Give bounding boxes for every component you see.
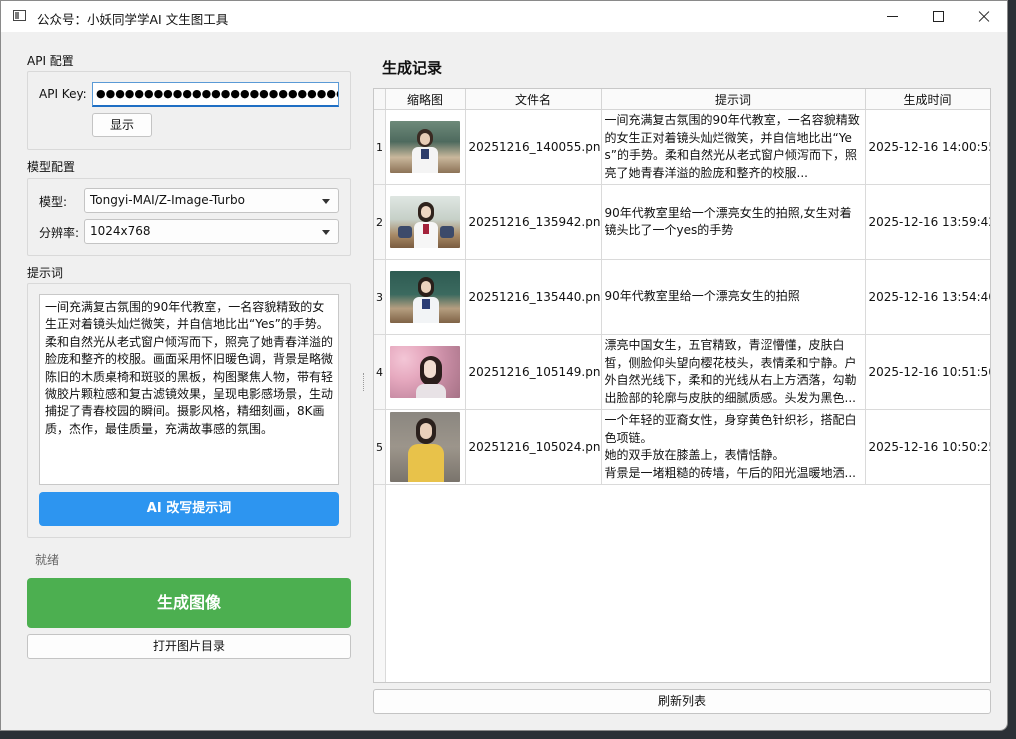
column-header-prompt[interactable]: 提示词 (601, 89, 866, 110)
refresh-button[interactable]: 刷新列表 (373, 689, 991, 714)
thumbnail-image (390, 346, 460, 398)
open-folder-button[interactable]: 打开图片目录 (27, 634, 351, 659)
thumbnail-image (390, 412, 460, 482)
filename-cell[interactable]: 20251216_135942.png (465, 184, 602, 260)
app-icon (13, 10, 26, 21)
prompt-cell[interactable]: 90年代教室里给一个漂亮女生的拍照 (601, 259, 866, 335)
row-number: 3 (374, 259, 386, 335)
corner-header (374, 89, 386, 110)
title-bar[interactable]: 公众号：小妖同学学AI 文生图工具 (1, 1, 1007, 32)
window-title: 公众号：小妖同学学AI 文生图工具 (37, 12, 229, 27)
table-row[interactable]: 2 20251216_135942.png 90年代教室里给一个漂亮女生的拍照,… (374, 184, 990, 260)
thumbnail-image (390, 271, 460, 323)
prompt-cell[interactable]: 一间充满复古氛围的90年代教室，一名容貌精致的女生正对着镜头灿烂微笑，并自信地比… (601, 109, 866, 185)
thumbnail-cell[interactable] (385, 109, 466, 185)
thumbnail-image (390, 121, 460, 173)
column-header-time[interactable]: 生成时间 (865, 89, 990, 110)
generate-button[interactable]: 生成图像 (27, 578, 351, 628)
time-cell[interactable]: 2025-12-16 13:54:40 (865, 259, 990, 335)
splitter-handle[interactable] (363, 373, 366, 391)
filename-cell[interactable]: 20251216_105024.png (465, 409, 602, 485)
model-section-label: 模型配置 (27, 160, 76, 174)
thumbnail-cell[interactable] (385, 259, 466, 335)
thumbnail-image (390, 196, 460, 248)
prompt-cell[interactable]: 一个年轻的亚裔女性，身穿黄色针织衫，搭配白色项链。 她的双手放在膝盖上，表情恬静… (601, 409, 866, 485)
model-label: 模型: (39, 195, 68, 209)
chevron-down-icon (322, 199, 330, 204)
resolution-select-value: 1024x768 (90, 224, 151, 238)
api-key-input[interactable]: ●●●●●●●●●●●●●●●●●●●●●●●●●●●●●●●●● (92, 82, 339, 107)
thumbnail-cell[interactable] (385, 334, 466, 410)
prompt-textarea[interactable]: 一间充满复古氛围的90年代教室，一名容貌精致的女生正对着镜头灿烂微笑，并自信地比… (39, 294, 339, 485)
table-row[interactable]: 5 20251216_105024.png 一个年轻的亚裔女性，身穿黄色针织衫，… (374, 409, 990, 485)
resolution-select[interactable]: 1024x768 (84, 219, 339, 244)
table-header: 缩略图 文件名 提示词 生成时间 (374, 89, 990, 110)
time-cell[interactable]: 2025-12-16 14:00:55 (865, 109, 990, 185)
ai-rewrite-button[interactable]: AI 改写提示词 (39, 492, 339, 526)
row-number: 5 (374, 409, 386, 485)
api-section-label: API 配置 (27, 54, 74, 68)
table-row[interactable]: 3 20251216_135440.png 90年代教室里给一个漂亮女生的拍照 … (374, 259, 990, 335)
prompt-cell-text: 一间充满复古氛围的90年代教室，一名容貌精致的女生正对着镜头灿烂微笑，并自信地比… (604, 113, 860, 180)
thumbnail-cell[interactable] (385, 409, 466, 485)
time-cell[interactable]: 2025-12-16 10:51:50 (865, 334, 990, 410)
column-header-filename[interactable]: 文件名 (465, 89, 602, 110)
column-header-thumbnail[interactable]: 缩略图 (385, 89, 466, 110)
records-title: 生成记录 (382, 59, 443, 77)
resolution-label: 分辨率: (39, 226, 80, 240)
row-number: 2 (374, 184, 386, 260)
app-window: 公众号：小妖同学学AI 文生图工具 API 配置 API Key: ●●●●●●… (0, 0, 1008, 731)
table-row[interactable]: 1 20251216_140055.png 一间充满复古氛围的90年代教室，一名… (374, 109, 990, 185)
show-key-button[interactable]: 显示 (92, 113, 152, 137)
time-cell[interactable]: 2025-12-16 10:50:25 (865, 409, 990, 485)
filename-cell[interactable]: 20251216_140055.png (465, 109, 602, 185)
api-key-label: API Key: (39, 87, 87, 101)
maximize-icon[interactable] (915, 1, 961, 32)
prompt-cell[interactable]: 漂亮中国女生，五官精致，青涩懵懂，皮肤白皙，侧脸仰头望向樱花枝头，表情柔和宁静。… (601, 334, 866, 410)
prompt-section-label: 提示词 (27, 266, 64, 280)
records-table[interactable]: 缩略图 文件名 提示词 生成时间 1 20251216_140055.png 一… (373, 88, 991, 683)
prompt-cell-text: 漂亮中国女生，五官精致，青涩懵懂，皮肤白皙，侧脸仰头望向樱花枝头，表情柔和宁静。… (604, 338, 857, 405)
prompt-cell[interactable]: 90年代教室里给一个漂亮女生的拍照,女生对着镜头比了一个yes的手势 (601, 184, 866, 260)
time-cell[interactable]: 2025-12-16 13:59:42 (865, 184, 990, 260)
minimize-icon[interactable] (869, 1, 915, 32)
model-select-value: Tongyi-MAI/Z-Image-Turbo (90, 193, 245, 207)
status-label: 就绪 (35, 553, 60, 567)
prompt-cell-text: 90年代教室里给一个漂亮女生的拍照 (604, 289, 800, 304)
model-select[interactable]: Tongyi-MAI/Z-Image-Turbo (84, 188, 339, 213)
table-row[interactable]: 4 20251216_105149.png 漂亮中国女生，五官精致，青涩懵懂，皮… (374, 334, 990, 410)
thumbnail-cell[interactable] (385, 184, 466, 260)
filename-cell[interactable]: 20251216_135440.png (465, 259, 602, 335)
prompt-cell-text: 90年代教室里给一个漂亮女生的拍照,女生对着镜头比了一个yes的手势 (604, 205, 852, 238)
row-number: 1 (374, 109, 386, 185)
close-icon[interactable] (961, 1, 1007, 32)
prompt-cell-text: 一个年轻的亚裔女性，身穿黄色针织衫，搭配白色项链。 她的双手放在膝盖上，表情恬静… (604, 413, 857, 480)
chevron-down-icon (322, 230, 330, 235)
row-number: 4 (374, 334, 386, 410)
filename-cell[interactable]: 20251216_105149.png (465, 334, 602, 410)
